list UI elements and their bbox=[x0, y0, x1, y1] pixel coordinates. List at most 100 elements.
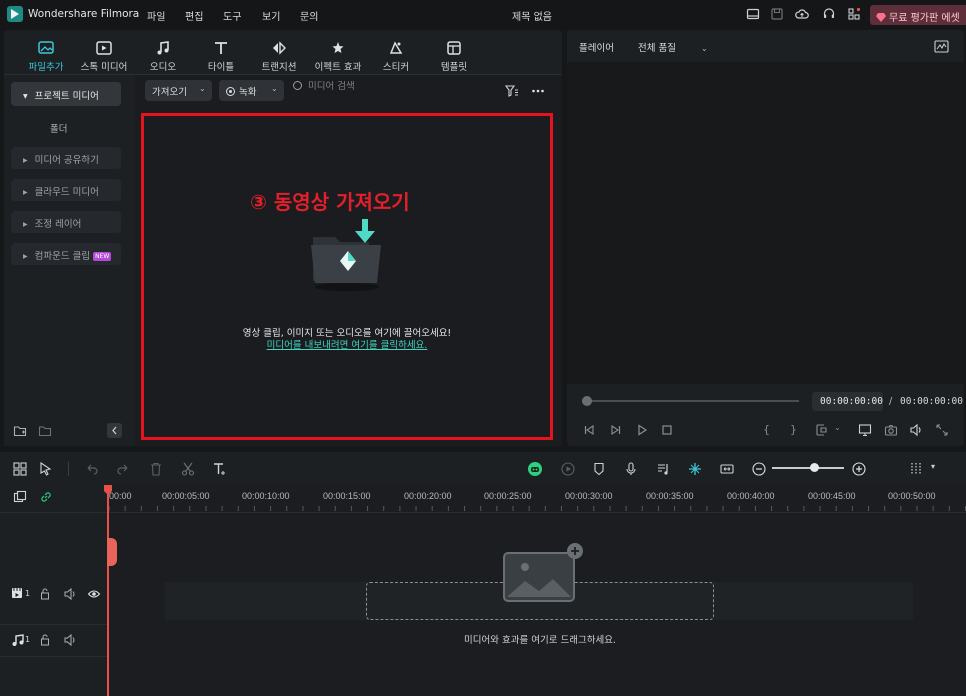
eye-visibility-icon[interactable] bbox=[87, 587, 101, 601]
clip-marker-icon[interactable] bbox=[815, 423, 829, 437]
stop-icon[interactable] bbox=[660, 423, 674, 437]
undo-icon[interactable] bbox=[84, 461, 100, 477]
record-dropdown[interactable]: 녹화 ⌄ bbox=[219, 80, 284, 101]
text-tool-icon[interactable] bbox=[212, 461, 228, 477]
ruler-tick-label: 00:00:20:00 bbox=[404, 491, 452, 501]
tab-templates[interactable]: 템플릿 bbox=[424, 40, 484, 73]
apps-grid-icon[interactable] bbox=[847, 7, 861, 21]
delete-icon[interactable] bbox=[148, 461, 164, 477]
render-preview-icon[interactable] bbox=[560, 461, 576, 477]
sidebar-item-adjustment-layer[interactable]: ▶ 조정 레이어 bbox=[11, 211, 121, 233]
playhead-handle[interactable] bbox=[107, 538, 117, 566]
layout-grid-icon[interactable] bbox=[12, 461, 28, 477]
tab-effects[interactable]: 이펙트 효과 bbox=[308, 40, 368, 73]
menu-help[interactable]: 문의 bbox=[300, 8, 318, 23]
folder-icon[interactable] bbox=[38, 424, 52, 438]
play-icon[interactable] bbox=[635, 423, 649, 437]
cloud-upload-icon[interactable] bbox=[795, 7, 809, 21]
zoom-in-icon[interactable] bbox=[851, 461, 867, 477]
sidebar-item-project-media[interactable]: ▼ 프로젝트 미디어 bbox=[11, 82, 121, 106]
sidebar-item-compound-clip[interactable]: ▶ 컴파운드 클립 NEW bbox=[11, 243, 121, 265]
tab-media[interactable]: 파일추가 bbox=[16, 40, 76, 73]
playhead-line[interactable] bbox=[107, 485, 109, 696]
tab-audio-label: 오디오 bbox=[149, 62, 177, 73]
ai-assistant-icon[interactable] bbox=[527, 461, 543, 477]
previous-frame-icon[interactable] bbox=[582, 423, 596, 437]
quality-dropdown[interactable]: 전체 품질 ⌄ bbox=[638, 40, 708, 54]
redo-icon[interactable] bbox=[115, 461, 131, 477]
zoom-slider[interactable] bbox=[772, 467, 844, 469]
tab-titles[interactable]: 타이틀 bbox=[191, 40, 251, 73]
select-pointer-icon[interactable] bbox=[38, 461, 54, 477]
record-icon bbox=[226, 87, 235, 96]
menu-edit[interactable]: 편집 bbox=[185, 8, 203, 23]
menu-tools[interactable]: 도구 bbox=[223, 8, 241, 23]
snap-magnet-icon[interactable] bbox=[687, 461, 703, 477]
tab-transitions[interactable]: 트랜지션 bbox=[249, 40, 309, 73]
ruler-tick-label: 00:00:15:00 bbox=[323, 491, 371, 501]
save-icon[interactable] bbox=[770, 7, 784, 21]
layout-icon[interactable] bbox=[746, 7, 760, 21]
waveform-monitor-icon[interactable] bbox=[934, 40, 949, 53]
menu-view[interactable]: 보기 bbox=[262, 8, 280, 23]
playback-scrubber[interactable] bbox=[587, 400, 799, 402]
caret-right-icon: ▶ bbox=[23, 189, 28, 196]
speaker-icon[interactable] bbox=[63, 633, 77, 647]
add-media-placeholder-icon[interactable] bbox=[503, 551, 576, 603]
filmora-logo-icon bbox=[7, 6, 23, 22]
sidebar-item-cloud-media[interactable]: ▶ 클라우드 미디어 bbox=[11, 179, 121, 201]
free-trial-assets-button[interactable]: 무료 평가판 에셋 bbox=[870, 5, 966, 25]
sidebar-item-label: 미디어 공유하기 bbox=[34, 155, 99, 166]
mark-in-icon[interactable]: { bbox=[763, 423, 777, 437]
speaker-icon[interactable] bbox=[63, 587, 77, 601]
scrubber-handle[interactable] bbox=[582, 396, 592, 406]
collapse-sidebar-button[interactable] bbox=[107, 423, 122, 438]
tab-stickers[interactable]: 스티커 bbox=[366, 40, 426, 73]
ruler-tick-label: 00:00:25:00 bbox=[484, 491, 532, 501]
export-media-link[interactable]: 미디어를 내보내려면 여기를 클릭하세요. bbox=[141, 337, 553, 351]
tab-audio[interactable]: 오디오 bbox=[133, 40, 193, 73]
more-options-icon[interactable] bbox=[531, 84, 545, 98]
chevron-down-icon[interactable]: ⌄ bbox=[834, 423, 848, 437]
audio-beat-icon[interactable] bbox=[655, 461, 671, 477]
import-folder-icon[interactable] bbox=[307, 215, 387, 295]
zoom-out-icon[interactable] bbox=[751, 461, 767, 477]
import-dropdown[interactable]: 가져오기 ⌄ bbox=[145, 80, 212, 101]
menu-file[interactable]: 파일 bbox=[147, 8, 165, 23]
next-frame-icon[interactable] bbox=[609, 423, 623, 437]
marker-shield-icon[interactable] bbox=[591, 461, 607, 477]
player-label: 플레이어 bbox=[579, 43, 614, 54]
search-input[interactable] bbox=[308, 81, 468, 92]
lock-icon[interactable] bbox=[38, 587, 52, 601]
lock-icon[interactable] bbox=[38, 633, 52, 647]
tab-stock-media[interactable]: 스톡 미디어 bbox=[74, 40, 134, 73]
fullscreen-icon[interactable] bbox=[935, 423, 949, 437]
time-ruler[interactable]: 00:00 00:00:05:00 00:00:10:00 00:00:15:0… bbox=[107, 485, 966, 513]
chevron-down-icon: ⌄ bbox=[701, 44, 708, 53]
add-track-icon[interactable] bbox=[13, 490, 27, 504]
microphone-icon[interactable] bbox=[623, 461, 639, 477]
sidebar-item-folder[interactable]: 폴더 bbox=[50, 121, 67, 135]
ruler-tick-label: 00:00:05:00 bbox=[162, 491, 210, 501]
link-icon[interactable] bbox=[39, 490, 53, 504]
display-monitor-icon[interactable] bbox=[858, 423, 872, 437]
filter-icon[interactable] bbox=[505, 84, 519, 98]
snapshot-camera-icon[interactable] bbox=[884, 423, 898, 437]
track-layout-icon[interactable] bbox=[908, 461, 924, 477]
chevron-down-icon[interactable]: ▾ bbox=[931, 462, 935, 471]
audio-track-icon bbox=[11, 633, 25, 647]
cut-scissors-icon[interactable] bbox=[180, 461, 196, 477]
volume-icon[interactable] bbox=[909, 423, 923, 437]
mark-out-icon[interactable]: } bbox=[790, 423, 804, 437]
tab-effects-label: 이펙트 효과 bbox=[314, 62, 362, 73]
new-folder-icon[interactable] bbox=[13, 424, 27, 438]
add-plus-icon[interactable] bbox=[567, 543, 583, 559]
sidebar-item-share-media[interactable]: ▶ 미디어 공유하기 bbox=[11, 147, 121, 169]
zoom-slider-handle[interactable] bbox=[810, 463, 819, 472]
fit-timeline-icon[interactable] bbox=[719, 461, 735, 477]
video-track-icon bbox=[11, 586, 25, 600]
headset-support-icon[interactable] bbox=[822, 7, 836, 21]
media-search[interactable] bbox=[293, 81, 493, 100]
chevron-down-icon: ⌄ bbox=[199, 84, 206, 93]
ruler-ticks bbox=[108, 506, 966, 511]
